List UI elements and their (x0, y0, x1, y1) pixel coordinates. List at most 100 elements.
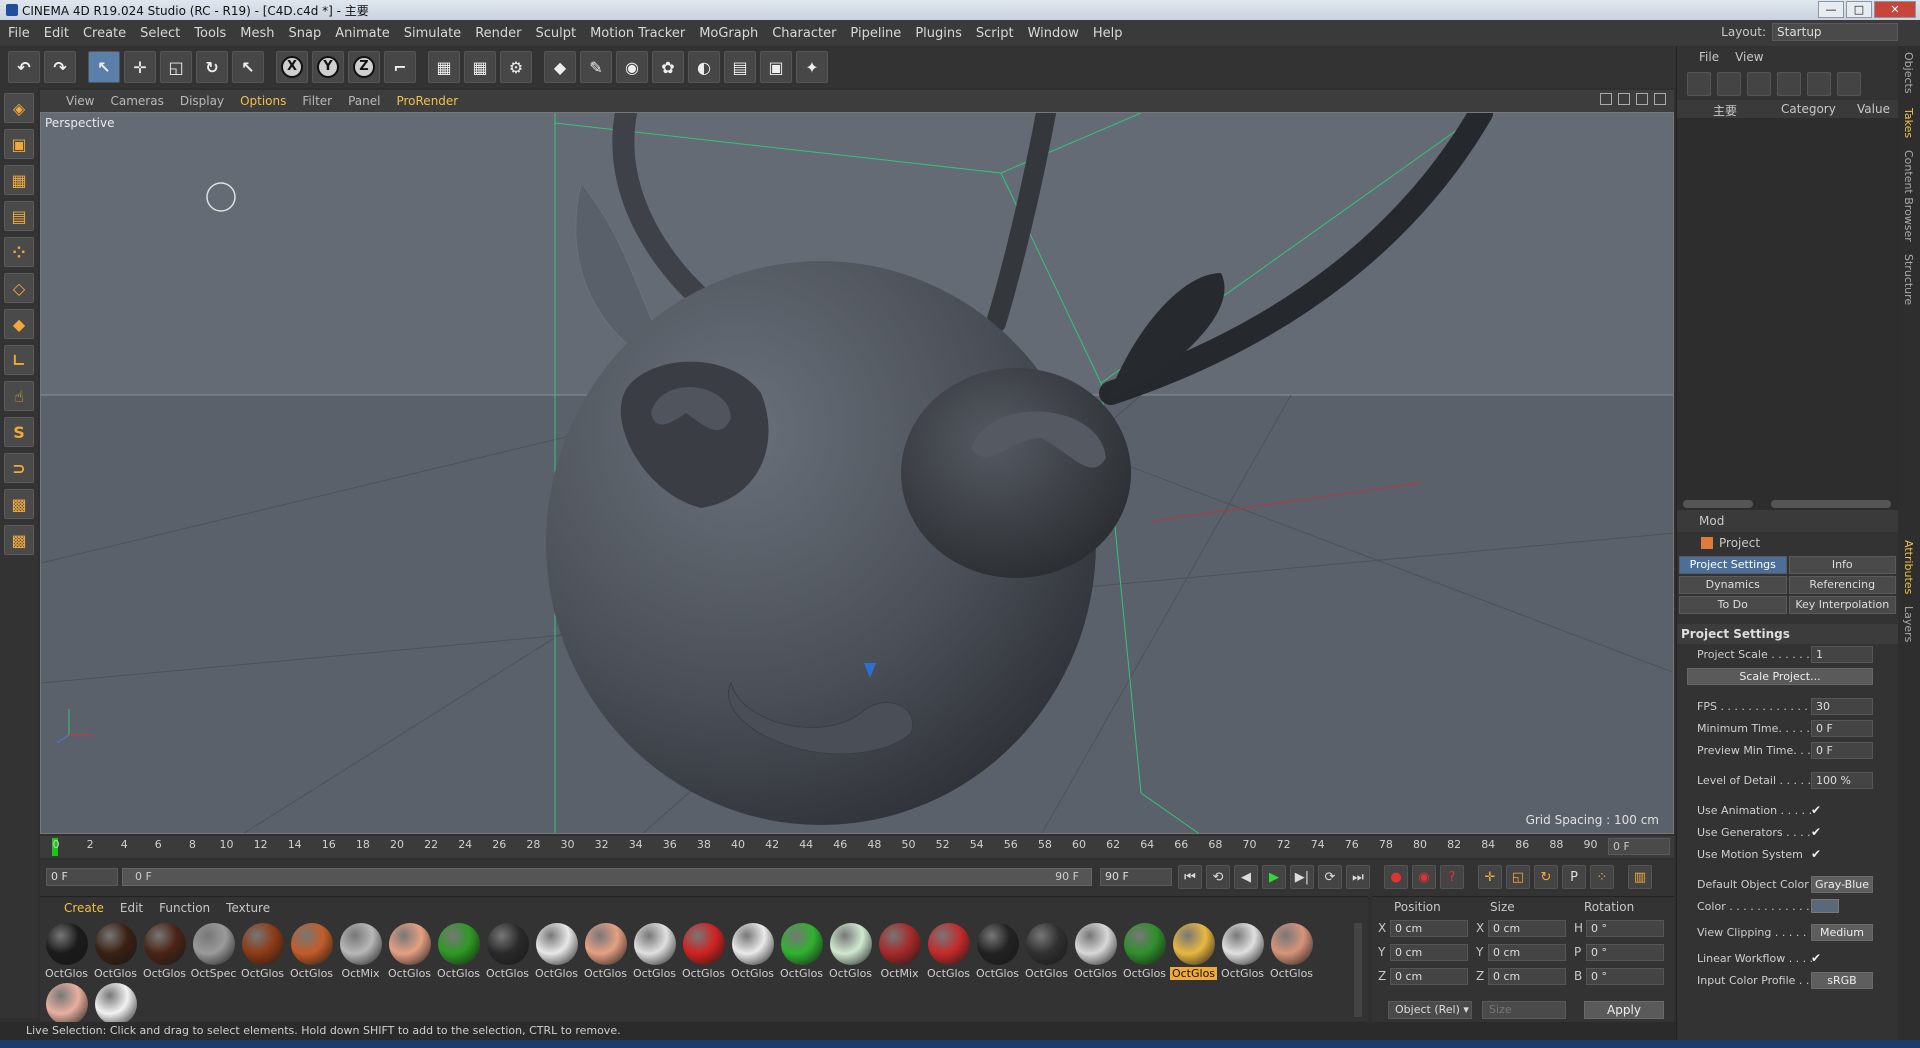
size-y-field[interactable]: 0 cm (1488, 944, 1566, 961)
om-menu-view[interactable]: View (1735, 50, 1763, 64)
side-tab-structure[interactable]: Structure (1902, 254, 1915, 305)
material-menu-edit[interactable]: Edit (120, 901, 143, 915)
octane-render-icon[interactable] (1807, 72, 1831, 96)
color-swatch[interactable] (1811, 899, 1839, 913)
tab-project-settings[interactable]: Project Settings (1679, 556, 1787, 574)
material-swatch[interactable]: OctSpec (189, 923, 238, 983)
edges-mode-icon[interactable]: ◇ (4, 273, 34, 303)
model-mode-icon[interactable]: ▣ (4, 129, 34, 159)
min-time-field[interactable]: 0 F (1811, 720, 1873, 737)
snap-icon[interactable]: ⊃ (4, 453, 34, 483)
render-picture-viewer-icon[interactable]: ▦ (464, 51, 496, 83)
key-scale-icon[interactable]: ◱ (1506, 865, 1530, 889)
menu-edit[interactable]: Edit (44, 26, 69, 41)
close-button[interactable]: ✕ (1874, 1, 1916, 18)
menu-simulate[interactable]: Simulate (404, 26, 461, 41)
minimize-button[interactable]: — (1818, 1, 1844, 18)
start-frame-field[interactable]: 0 F (46, 868, 118, 886)
viewport-menu-view[interactable]: View (66, 94, 94, 108)
menu-help[interactable]: Help (1093, 26, 1123, 41)
tab-key-interpolation[interactable]: Key Interpolation (1788, 596, 1896, 614)
material-swatch[interactable]: OctGlos (777, 923, 826, 983)
z-axis-lock-button[interactable]: Z (348, 51, 380, 83)
fps-field[interactable]: 30 (1811, 698, 1873, 715)
pan-icon[interactable] (1600, 93, 1612, 105)
subdivision-surface-icon[interactable]: ◉ (616, 51, 648, 83)
autokey-icon[interactable]: ◉ (1412, 865, 1436, 889)
lod-field[interactable]: 100 % (1811, 772, 1873, 789)
side-tab-attributes[interactable]: Attributes (1902, 540, 1915, 594)
apply-button[interactable]: Apply (1584, 1001, 1664, 1019)
maximize-view-icon[interactable] (1654, 93, 1666, 105)
record-keys-icon[interactable]: ● (1384, 865, 1408, 889)
make-editable-icon[interactable]: ◈ (4, 93, 34, 123)
material-swatch[interactable]: OctGlos (924, 923, 973, 983)
layout-dropdown[interactable]: Startup (1772, 23, 1898, 41)
material-swatch[interactable]: OctGlos (483, 923, 532, 983)
size-mode-dropdown[interactable]: Size (1482, 1001, 1566, 1019)
edit-render-settings-icon[interactable]: ⚙ (500, 51, 532, 83)
next-key-icon[interactable]: ⟳ (1318, 865, 1342, 889)
perspective-viewport[interactable]: Perspective Grid Spacing : 100 cm (40, 112, 1674, 834)
axis-mode-icon[interactable]: ∟ (4, 345, 34, 375)
side-tab-takes[interactable]: Takes (1902, 108, 1915, 138)
deformer-icon[interactable]: ◐ (688, 51, 720, 83)
om-name-column[interactable]: 主要 (1713, 102, 1737, 119)
menu-window[interactable]: Window (1028, 26, 1079, 41)
viewport-menu-options[interactable]: Options (240, 94, 286, 108)
material-swatch[interactable]: OctGlos (42, 923, 91, 983)
undo-icon[interactable]: ↶ (8, 51, 40, 83)
octane-light-icon[interactable] (1837, 72, 1861, 96)
menu-render[interactable]: Render (475, 26, 521, 41)
side-tab-content-browser[interactable]: Content Browser (1902, 150, 1915, 242)
prev-key-icon[interactable]: ⟲ (1206, 865, 1230, 889)
cube-primitive-icon[interactable]: ◆ (544, 51, 576, 83)
key-position-icon[interactable]: ✛ (1478, 865, 1502, 889)
material-swatch[interactable]: OctGlos (385, 923, 434, 983)
solo-mode-icon[interactable]: S (4, 417, 34, 447)
octane-live-viewer-icon[interactable] (1687, 72, 1711, 96)
rotation-b-field[interactable]: 0 ° (1586, 968, 1664, 985)
scale-tool-icon[interactable]: ◱ (160, 51, 192, 83)
material-swatch[interactable]: OctGlos (434, 923, 483, 983)
play-forward-icon[interactable]: ▶ (1262, 865, 1286, 889)
menu-plugins[interactable]: Plugins (915, 26, 962, 41)
position-x-field[interactable]: 0 cm (1390, 920, 1468, 937)
move-tool-icon[interactable]: ✛ (124, 51, 156, 83)
coord-mode-dropdown[interactable]: Object (Rel) ▾ (1388, 1001, 1472, 1019)
points-mode-icon[interactable]: ⁘ (4, 237, 34, 267)
viewport-menu-filter[interactable]: Filter (302, 94, 332, 108)
viewport-menu-display[interactable]: Display (180, 94, 224, 108)
om-scrollbar-right[interactable] (1771, 500, 1891, 508)
key-parameter-icon[interactable]: P (1562, 865, 1586, 889)
material-swatch[interactable]: OctGlos (91, 923, 140, 983)
menu-character[interactable]: Character (772, 26, 836, 41)
goto-start-icon[interactable]: ⏮ (1178, 865, 1202, 889)
preview-min-field[interactable]: 0 F (1811, 742, 1873, 759)
octane-material-icon[interactable] (1747, 72, 1771, 96)
size-x-field[interactable]: 0 cm (1488, 920, 1566, 937)
attribute-mode-menu[interactable]: Mod (1699, 514, 1724, 528)
material-swatch[interactable]: OctGlos (1071, 923, 1120, 983)
position-y-field[interactable]: 0 cm (1390, 944, 1468, 961)
floor-environment-icon[interactable]: ▤ (724, 51, 756, 83)
live-selection-icon[interactable]: ↖ (88, 51, 120, 83)
use-generators-checkbox[interactable]: ✔ (1811, 825, 1825, 839)
light-icon[interactable]: ✦ (796, 51, 828, 83)
material-swatch[interactable]: OctGlos (826, 923, 875, 983)
linear-workflow-checkbox[interactable]: ✔ (1811, 951, 1825, 965)
material-swatch[interactable]: OctMix (336, 923, 385, 983)
material-swatch[interactable]: OctGlos (1169, 923, 1218, 983)
tab-dynamics[interactable]: Dynamics (1679, 576, 1787, 594)
material-menu-function[interactable]: Function (159, 901, 210, 915)
side-tab-objects[interactable]: Objects (1902, 52, 1915, 94)
end-frame-field[interactable]: 90 F (1100, 868, 1172, 886)
material-swatch[interactable]: OctGlos (1022, 923, 1071, 983)
x-axis-lock-button[interactable]: X (276, 51, 308, 83)
menu-mesh[interactable]: Mesh (240, 26, 274, 41)
position-z-field[interactable]: 0 cm (1390, 968, 1468, 985)
menu-select[interactable]: Select (140, 26, 180, 41)
goto-end-icon[interactable]: ⏭ (1346, 865, 1370, 889)
key-pla-icon[interactable]: ⁘ (1590, 865, 1614, 889)
material-swatch[interactable]: OctGlos (973, 923, 1022, 983)
